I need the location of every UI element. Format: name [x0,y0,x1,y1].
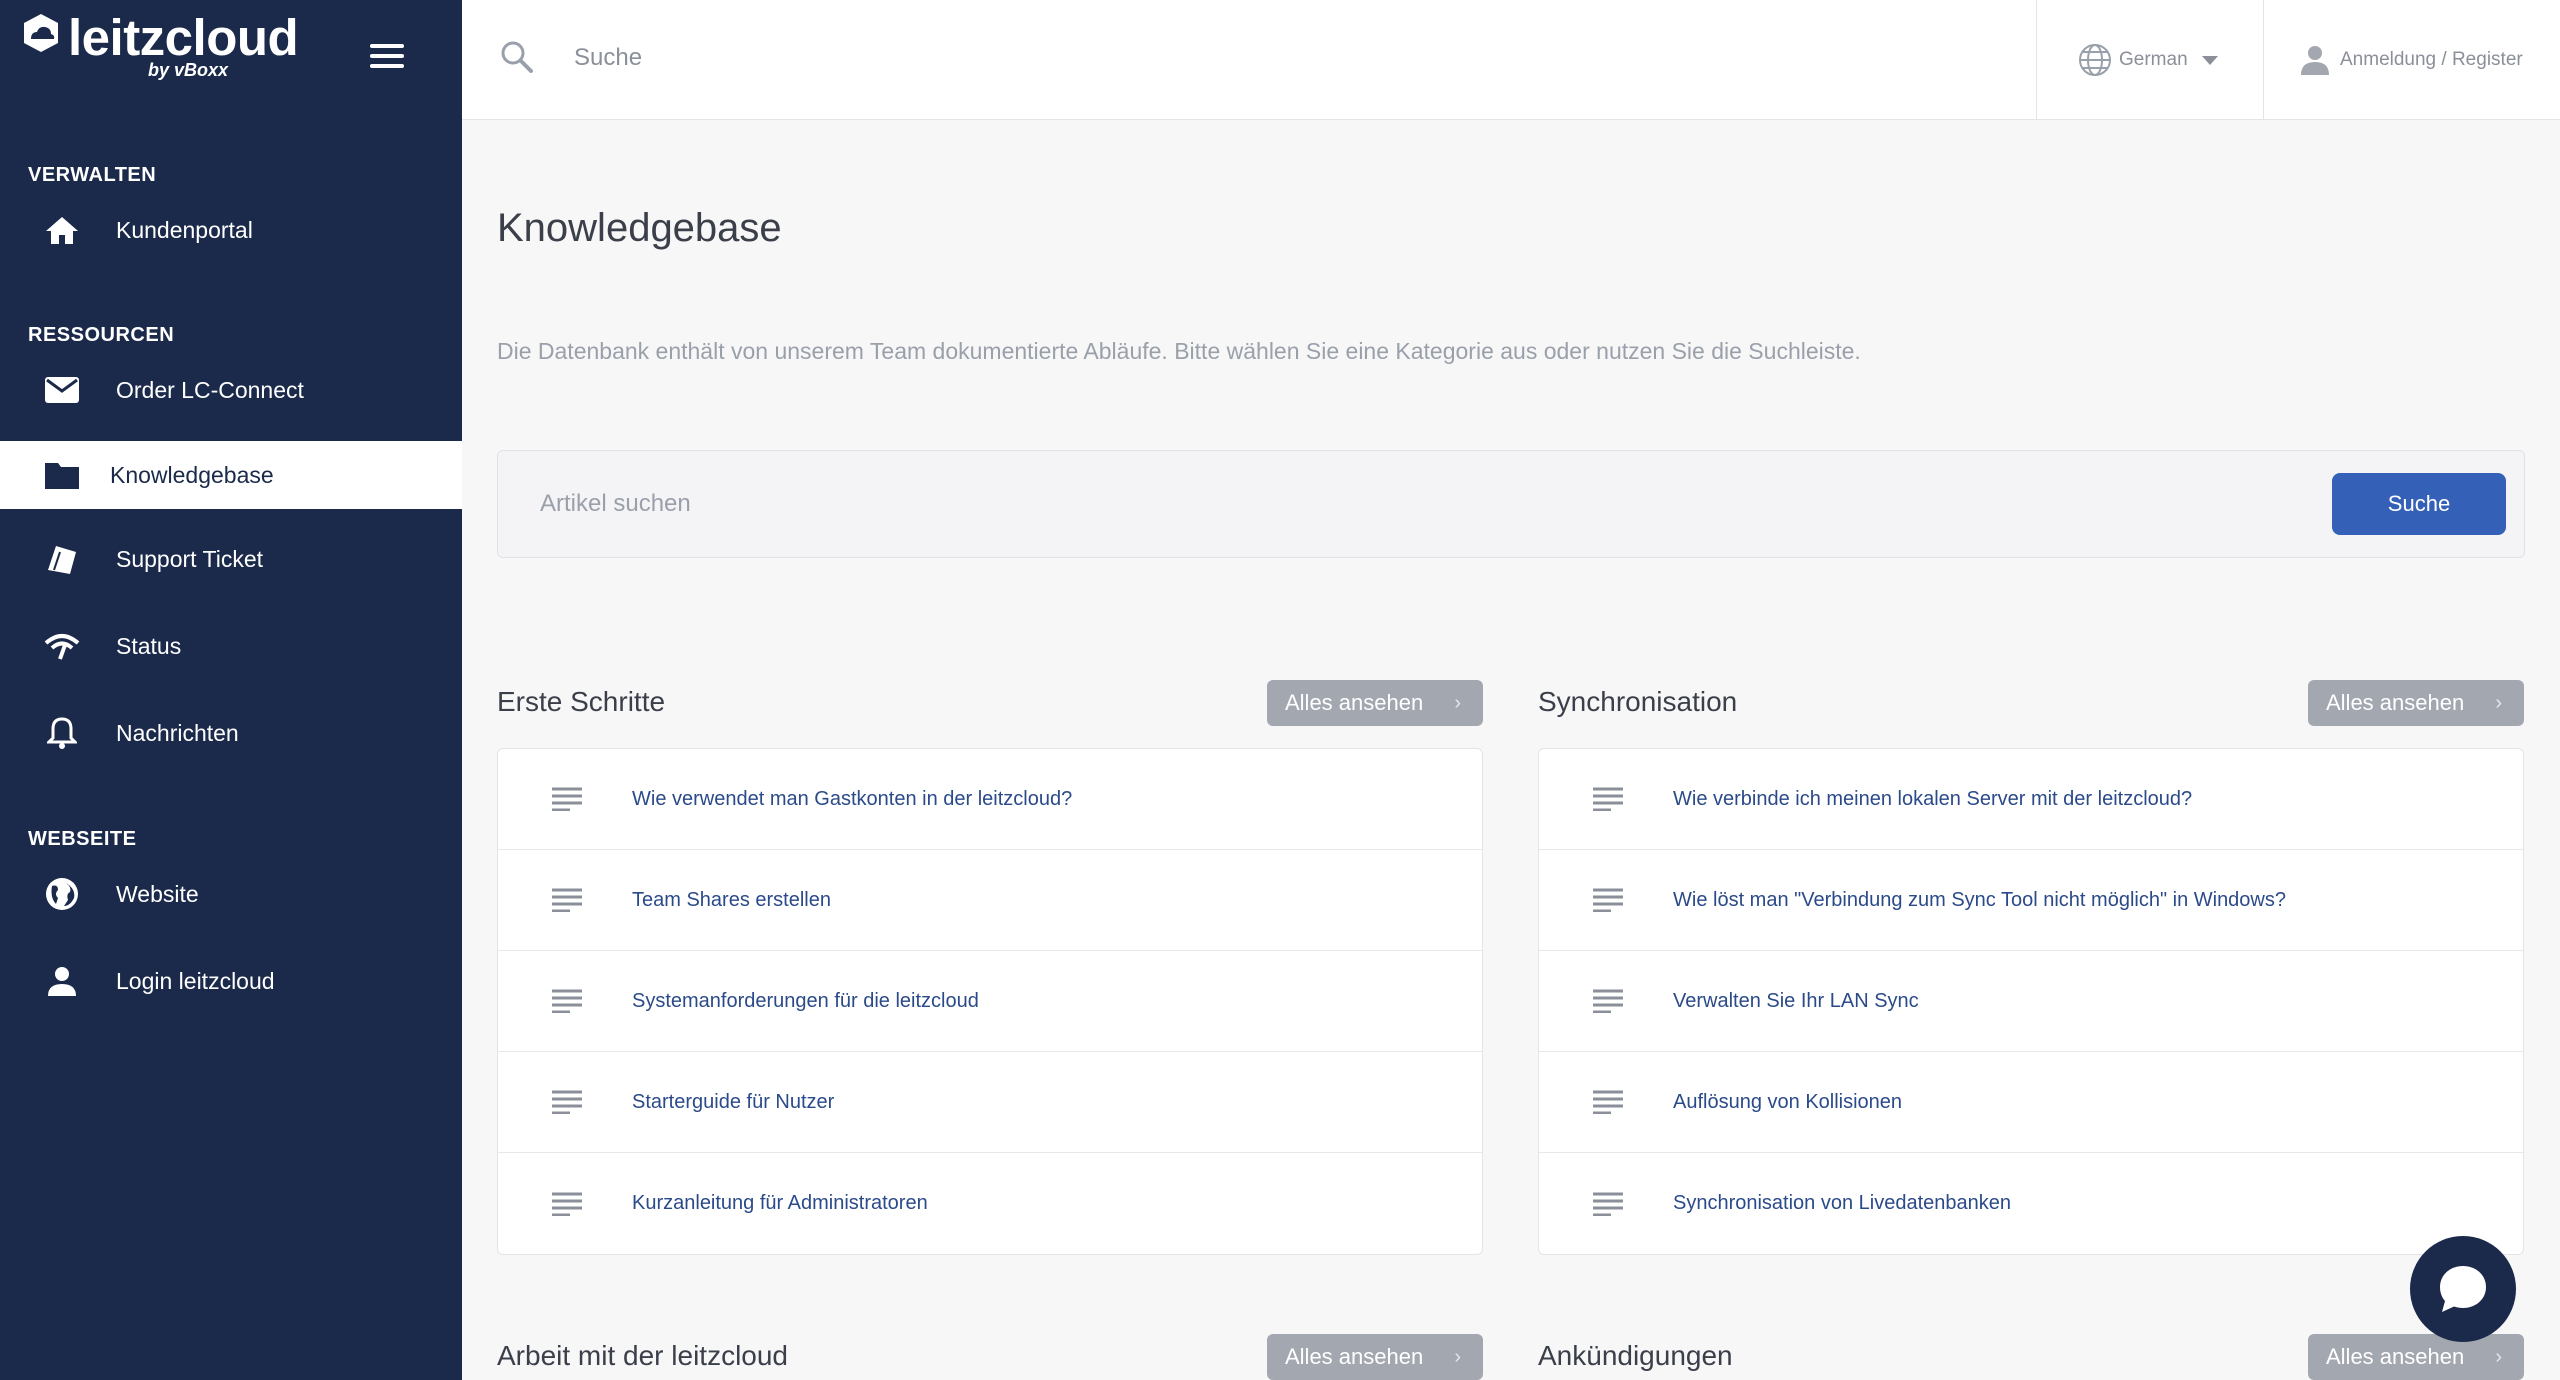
sidebar-item-status[interactable]: Status [0,612,462,680]
article-link[interactable]: Wie verbinde ich meinen lokalen Server m… [1673,788,2192,811]
sidebar-item-login-leitzcloud[interactable]: Login leitzcloud [0,947,462,1015]
user-icon [2301,46,2329,75]
article-item[interactable]: Auflösung von Kollisionen [1539,1052,2523,1153]
article-item[interactable]: Starterguide für Nutzer [498,1052,1482,1153]
header-search-input[interactable] [572,34,1872,82]
sidebar-item-label: Login leitzcloud [116,967,275,994]
menu-toggle-icon[interactable] [370,44,404,70]
sidebar-item-label: Nachrichten [116,719,239,746]
chevron-right-icon: › [2495,692,2502,714]
chevron-right-icon: › [1454,1346,1461,1368]
page-title: Knowledgebase [497,206,782,250]
sidebar-item-label: Status [116,632,182,659]
document-lines-icon [552,1090,582,1114]
view-all-button[interactable]: Alles ansehen › [2308,680,2524,726]
sidebar-item-label: Order LC-Connect [116,376,304,403]
sidebar-item-label: Knowledgebase [110,461,274,488]
article-item[interactable]: Kurzanleitung für Administratoren [498,1153,1482,1254]
login-register-link[interactable]: Anmeldung / Register [2300,0,2560,120]
article-link[interactable]: Starterguide für Nutzer [632,1091,834,1114]
view-all-button[interactable]: Alles ansehen › [2308,1334,2524,1380]
category-title: Erste Schritte [497,686,666,717]
language-label: German [2119,49,2188,70]
document-lines-icon [552,787,582,811]
article-item[interactable]: Wie verwendet man Gastkonten in der leit… [498,749,1482,850]
article-link[interactable]: Auflösung von Kollisionen [1673,1091,1902,1114]
document-lines-icon [1593,787,1623,811]
view-all-label: Alles ansehen [1285,1344,1424,1369]
article-item[interactable]: Synchronisation von Livedatenbanken [1539,1153,2523,1254]
category-title: Synchronisation [1538,686,1738,717]
envelope-icon [40,370,84,410]
language-selector[interactable]: German [2036,0,2264,120]
sidebar-item-knowledgebase[interactable]: Knowledgebase [0,441,462,509]
view-all-label: Alles ansehen [1285,690,1424,715]
article-search-box: Suche [497,450,2525,558]
signal-icon [40,626,84,666]
article-item[interactable]: Verwalten Sie Ihr LAN Sync [1539,951,2523,1052]
document-lines-icon [1593,888,1623,912]
brand-name: leitzcloud [68,9,299,66]
view-all-button[interactable]: Alles ansehen › [1267,680,1483,726]
user-icon [40,961,84,1001]
chevron-right-icon: › [1454,692,1461,714]
article-link[interactable]: Team Shares erstellen [632,889,831,912]
bell-icon [40,713,84,753]
brand-subtitle: by vBoxx [148,60,229,80]
category-title: Arbeit mit der leitzcloud [497,1340,789,1371]
document-lines-icon [1593,1090,1623,1114]
section-webseite: WEBSEITE [28,828,137,850]
search-button[interactable]: Suche [2332,473,2506,535]
view-all-label: Alles ansehen [2326,1344,2465,1369]
caret-down-icon [2201,55,2218,65]
article-item[interactable]: Systemanforderungen für die leitzcloud [498,951,1482,1052]
top-header: German Anmeldung / Register [462,0,2560,120]
category-title: Ankündigungen [1538,1340,1733,1371]
document-lines-icon [552,1192,582,1216]
article-item[interactable]: Wie verbinde ich meinen lokalen Server m… [1539,749,2523,850]
cloud-logo-icon [24,14,58,52]
article-list: Wie verwendet man Gastkonten in der leit… [497,748,1483,1255]
article-link[interactable]: Verwalten Sie Ihr LAN Sync [1673,990,1919,1013]
sidebar-item-order-lc-connect[interactable]: Order LC-Connect [0,356,462,424]
sidebar-item-label: Support Ticket [116,545,264,572]
article-link[interactable]: Wie löst man "Verbindung zum Sync Tool n… [1673,889,2286,912]
sidebar-item-website[interactable]: Website [0,860,462,928]
sidebar: leitzcloud by vBoxx VERWALTEN Kundenport… [0,0,462,1380]
article-link[interactable]: Wie verwendet man Gastkonten in der leit… [632,788,1072,811]
article-item[interactable]: Wie löst man "Verbindung zum Sync Tool n… [1539,850,2523,951]
home-icon [40,210,84,250]
sidebar-item-label: Kundenportal [116,216,253,243]
document-lines-icon [1593,1192,1623,1216]
chat-bubble-icon [2440,1266,2486,1312]
article-link[interactable]: Synchronisation von Livedatenbanken [1673,1192,2011,1215]
article-link[interactable]: Kurzanleitung für Administratoren [632,1192,928,1215]
ticket-icon [40,539,84,579]
sidebar-item-nachrichten[interactable]: Nachrichten [0,699,462,767]
sidebar-item-label: Website [116,880,199,907]
login-label: Anmeldung / Register [2340,49,2523,70]
article-list: Wie verbinde ich meinen lokalen Server m… [1538,748,2524,1255]
page-description: Die Datenbank enthält von unserem Team d… [497,338,1861,364]
view-all-label: Alles ansehen [2326,690,2465,715]
chat-widget-button[interactable] [2410,1236,2516,1342]
document-lines-icon [1593,989,1623,1013]
section-ressourcen: RESSOURCEN [28,324,175,346]
sidebar-item-kundenportal[interactable]: Kundenportal [0,196,462,264]
article-link[interactable]: Systemanforderungen für die leitzcloud [632,990,979,1013]
document-lines-icon [552,989,582,1013]
document-lines-icon [552,888,582,912]
article-search-input[interactable] [538,479,2138,529]
logo[interactable]: leitzcloud by vBoxx [20,9,320,82]
view-all-button[interactable]: Alles ansehen › [1267,1334,1483,1380]
search-icon[interactable] [500,40,534,74]
globe-icon [2079,44,2111,76]
globe-icon [40,874,84,914]
article-item[interactable]: Team Shares erstellen [498,850,1482,951]
section-verwalten: VERWALTEN [28,164,157,186]
folder-icon [40,455,84,495]
chevron-right-icon: › [2495,1346,2502,1368]
sidebar-item-support-ticket[interactable]: Support Ticket [0,525,462,593]
